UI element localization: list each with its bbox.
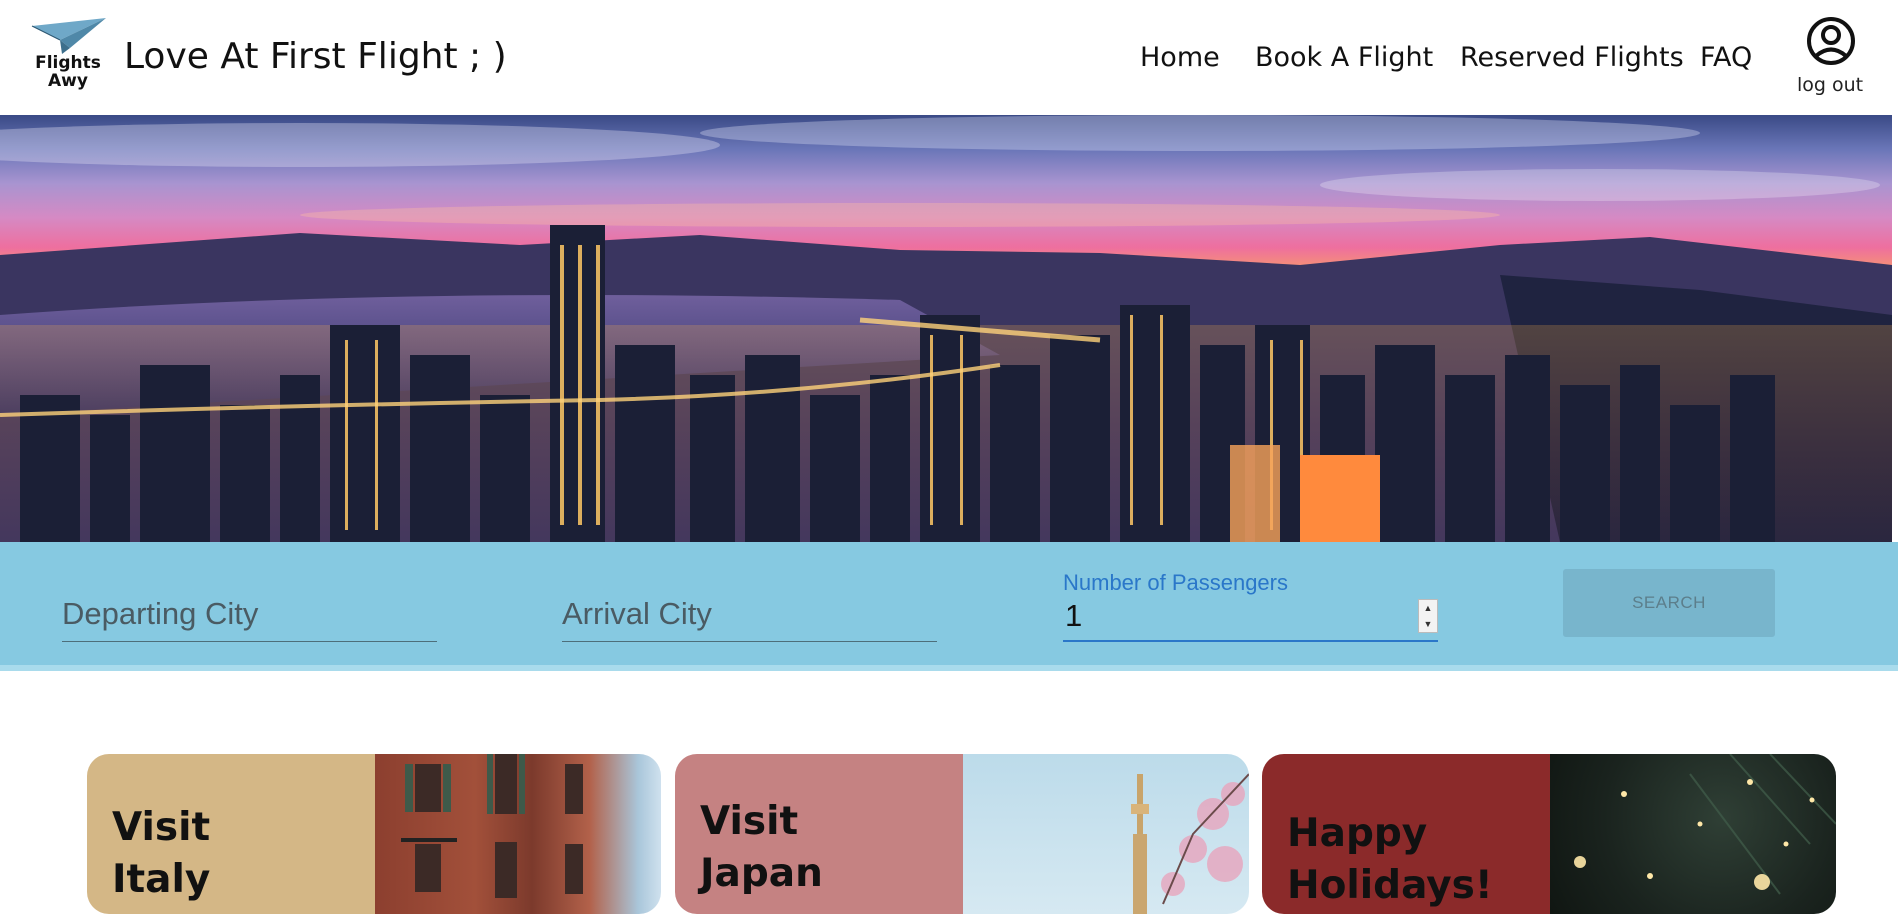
top-header: Flights Awy Love At First Flight ; ) Hom… bbox=[0, 0, 1898, 115]
departing-city-input[interactable] bbox=[62, 596, 437, 632]
japan-tower-illustration bbox=[1131, 773, 1249, 914]
promo-card-holidays-line1: Happy bbox=[1287, 811, 1428, 856]
city-skyline-illustration bbox=[0, 115, 1892, 542]
holiday-lights-image bbox=[1550, 754, 1836, 914]
logout-button[interactable]: log out bbox=[1790, 16, 1870, 102]
site-title: Love At First Flight ; ) bbox=[124, 36, 507, 77]
search-button[interactable]: SEARCH bbox=[1563, 569, 1775, 637]
arrival-city-field[interactable] bbox=[562, 542, 937, 642]
logo-text: Flights Awy bbox=[28, 54, 108, 90]
flight-search-bar: Number of Passengers 1 ▲ ▼ SEARCH bbox=[0, 542, 1898, 671]
departing-city-field[interactable] bbox=[62, 542, 437, 642]
logo-text-line1: Flights bbox=[35, 53, 101, 73]
promo-card-italy[interactable]: Visit Italy bbox=[87, 754, 661, 914]
hero-city-skyline-image bbox=[0, 115, 1892, 542]
promo-card-italy-title: Visit Italy bbox=[112, 802, 372, 906]
arrival-city-input[interactable] bbox=[562, 596, 937, 632]
account-circle-icon bbox=[1807, 17, 1855, 65]
logo-text-line2: Awy bbox=[48, 71, 88, 91]
promo-card-italy-line2: Italy bbox=[112, 857, 211, 902]
promo-card-japan-title: Visit Japan bbox=[700, 796, 960, 900]
nav-home[interactable]: Home bbox=[1140, 42, 1220, 73]
passengers-input[interactable]: 1 bbox=[1065, 598, 1082, 634]
promo-card-holidays-title: Happy Holidays! bbox=[1287, 808, 1547, 912]
promo-card-holidays-panel: Happy Holidays! bbox=[1262, 754, 1550, 914]
promo-card-japan[interactable]: Visit Japan bbox=[675, 754, 1249, 914]
arrival-city-underline bbox=[562, 641, 937, 642]
nav-reserved-flights[interactable]: Reserved Flights bbox=[1460, 42, 1684, 73]
passengers-stepper[interactable]: ▲ ▼ bbox=[1418, 599, 1438, 633]
promo-card-japan-line2: Japan bbox=[700, 851, 823, 896]
promo-card-japan-line1: Visit bbox=[700, 799, 799, 844]
promo-card-italy-panel: Visit Italy bbox=[87, 754, 375, 914]
italy-street-image bbox=[375, 754, 661, 914]
promo-card-holidays[interactable]: Happy Holidays! bbox=[1262, 754, 1836, 914]
holiday-lights-illustration bbox=[1574, 754, 1836, 895]
departing-city-underline bbox=[62, 641, 437, 642]
passengers-field[interactable]: Number of Passengers 1 ▲ ▼ bbox=[1063, 542, 1438, 642]
nav-faq[interactable]: FAQ bbox=[1700, 42, 1752, 73]
promo-card-japan-panel: Visit Japan bbox=[675, 754, 963, 914]
stepper-down-icon[interactable]: ▼ bbox=[1419, 616, 1437, 632]
passengers-underline bbox=[1063, 640, 1438, 642]
passengers-label: Number of Passengers bbox=[1063, 570, 1288, 595]
stepper-up-icon[interactable]: ▲ bbox=[1419, 600, 1437, 616]
italy-windows-illustration bbox=[401, 754, 583, 898]
japan-tower-image bbox=[963, 754, 1249, 914]
nav-book-a-flight[interactable]: Book A Flight bbox=[1255, 42, 1433, 73]
promo-card-italy-line1: Visit bbox=[112, 805, 211, 850]
logout-label: log out bbox=[1796, 74, 1864, 96]
flights-awy-logo[interactable]: Flights Awy bbox=[28, 18, 108, 96]
paper-plane-icon bbox=[31, 18, 106, 54]
promo-card-holidays-line2: Holidays! bbox=[1287, 863, 1493, 908]
